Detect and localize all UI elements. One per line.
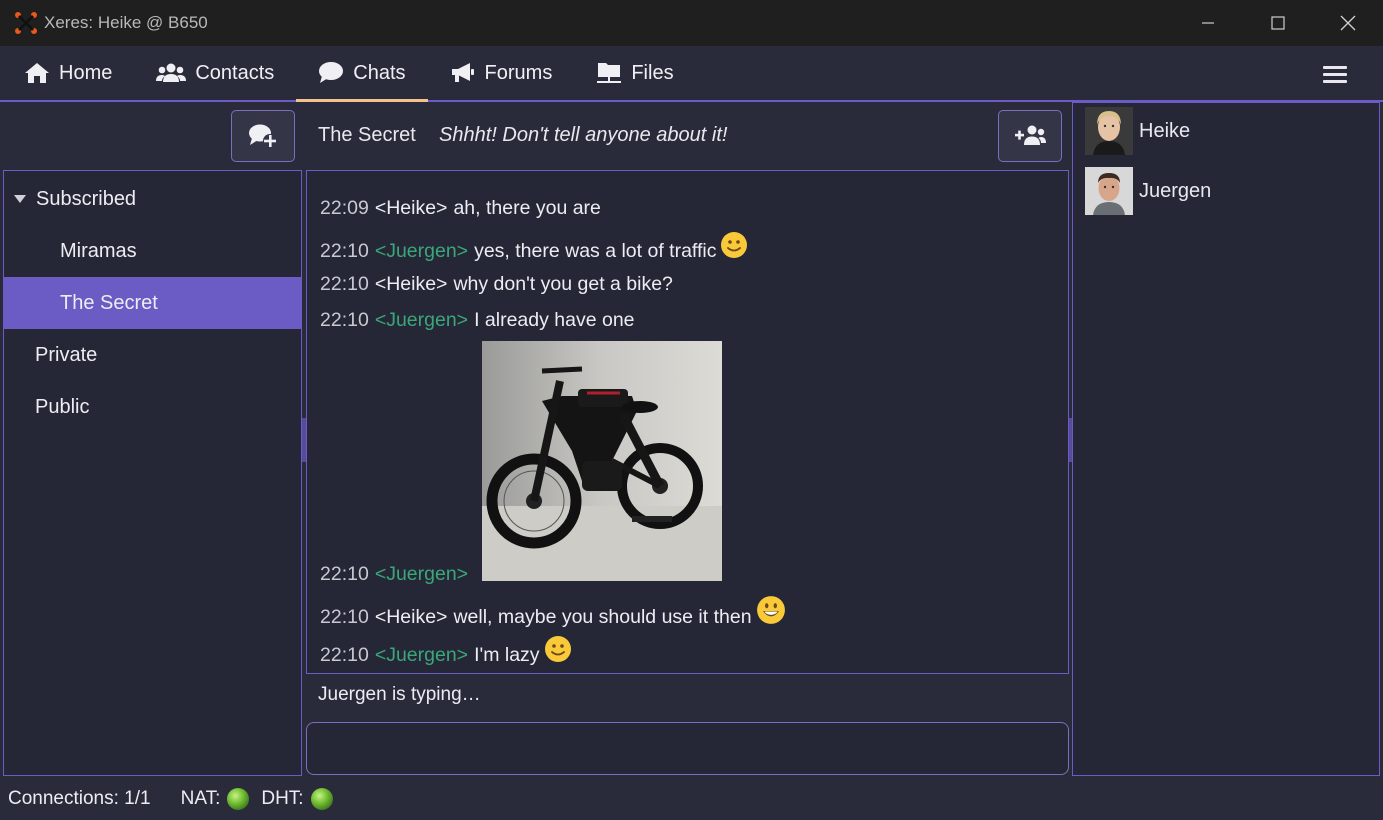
message-time: 22:09 [320, 197, 369, 219]
users-icon [156, 63, 187, 82]
tab-chats[interactable]: Chats [296, 46, 428, 102]
room-item-the-secret[interactable]: The Secret [4, 277, 301, 329]
message-text: ah, there you are [453, 197, 601, 219]
message-time: 22:10 [320, 563, 369, 585]
message-nick[interactable]: <Juergen> [375, 240, 468, 263]
message-text: I'm lazy [474, 644, 540, 666]
message-text: why don't you get a bike? [453, 273, 673, 295]
status-bar: Connections: 1/1 NAT: DHT: [0, 778, 1383, 820]
chat-add-icon [249, 124, 277, 148]
room-group-label: Public [35, 395, 90, 418]
message-nick[interactable]: <Juergen> [375, 644, 468, 667]
message-text: well, maybe you should use it then [453, 606, 752, 628]
room-group-private[interactable]: Private [4, 329, 301, 381]
grin-emoji-icon [756, 596, 785, 624]
home-icon [25, 63, 49, 83]
bike-image [482, 341, 722, 581]
room-topic: Shhht! Don't tell anyone about it! [439, 124, 728, 146]
nat-label: NAT: [180, 788, 221, 809]
title-bar: Xeres: Heike @ B650 [0, 0, 1383, 46]
tab-forums[interactable]: Forums [428, 46, 575, 100]
user-item-heike[interactable]: Heike [1085, 107, 1190, 155]
tab-forums-label: Forums [484, 61, 553, 84]
chat-bubble-icon [319, 62, 344, 83]
message-input[interactable] [306, 722, 1069, 775]
message-nick[interactable]: <Juergen> [375, 563, 468, 586]
user-item-juergen[interactable]: Juergen [1085, 167, 1211, 215]
bike-photo[interactable] [482, 341, 722, 581]
dht-label: DHT: [261, 788, 304, 809]
folder-network-icon [597, 63, 622, 83]
tab-files-label: Files [631, 61, 674, 84]
message-text: I already have one [474, 309, 635, 331]
room-item-miramas[interactable]: Miramas [4, 225, 301, 277]
room-label: Miramas [60, 239, 137, 262]
message-time: 22:10 [320, 309, 369, 331]
room-group-label: Subscribed [36, 187, 137, 210]
chat-message: 22:10 <Heike> why don't you get a bike? [320, 273, 673, 296]
typing-indicator: Juergen is typing… [318, 684, 481, 705]
chat-message: 22:10 <Juergen> I'm lazy [320, 635, 572, 667]
message-nick[interactable]: <Heike> [375, 606, 448, 629]
tab-home[interactable]: Home [0, 46, 134, 100]
room-group-label: Private [35, 343, 98, 366]
room-title: The Secret [318, 124, 416, 146]
tab-contacts[interactable]: Contacts [134, 46, 296, 100]
maximize-button[interactable] [1243, 0, 1313, 46]
main-tab-bar: Home Contacts Chats Forums Files [0, 46, 1383, 102]
chat-message: 22:10 <Juergen> I already have one [320, 309, 635, 332]
minimize-button[interactable] [1173, 0, 1243, 46]
message-time: 22:10 [320, 606, 369, 628]
window-title: Xeres: Heike @ B650 [44, 13, 208, 32]
room-user-list: Heike Juergen [1072, 102, 1380, 776]
close-icon [1340, 15, 1356, 31]
message-nick[interactable]: <Juergen> [375, 309, 468, 332]
slight-smile-emoji-icon [544, 636, 571, 662]
avatar [1085, 107, 1133, 155]
message-nick[interactable]: <Heike> [375, 273, 448, 296]
slight-smile-emoji-icon [721, 232, 748, 258]
menu-button[interactable] [1323, 66, 1347, 84]
tab-home-label: Home [59, 61, 113, 84]
expand-caret-icon[interactable] [14, 195, 26, 203]
tab-contacts-label: Contacts [195, 61, 275, 84]
message-text: yes, there was a lot of traffic [474, 240, 717, 262]
add-user-icon [1015, 125, 1046, 145]
room-group-subscribed[interactable]: Subscribed [4, 173, 301, 225]
close-button[interactable] [1313, 0, 1383, 46]
connections-status: Connections: 1/1 [8, 788, 151, 809]
message-list[interactable]: 22:09 <Heike> ah, there you are 22:10 <J… [306, 170, 1069, 674]
message-nick[interactable]: <Heike> [375, 197, 448, 220]
room-label: The Secret [60, 291, 158, 314]
tab-files[interactable]: Files [574, 46, 695, 100]
message-time: 22:10 [320, 240, 369, 262]
chat-message: 22:10 <Heike> well, maybe you should use… [320, 595, 786, 629]
room-tree: Subscribed Miramas The Secret Private Pu… [3, 170, 302, 776]
tab-chats-label: Chats [353, 61, 406, 84]
avatar [1085, 167, 1133, 215]
nat-status-led-icon [227, 788, 250, 810]
chat-message: 22:09 <Heike> ah, there you are [320, 197, 601, 220]
dht-status-led-icon [310, 788, 333, 810]
megaphone-icon [451, 63, 474, 82]
chat-message: 22:10 <Juergen> [320, 563, 474, 586]
maximize-icon [1271, 16, 1285, 30]
chat-message: 22:10 <Juergen> yes, there was a lot of … [320, 231, 748, 263]
invite-users-button[interactable] [998, 110, 1062, 162]
xeres-logo-icon [15, 12, 37, 34]
minimize-icon [1202, 22, 1214, 24]
hamburger-icon [1323, 66, 1347, 69]
message-time: 22:10 [320, 273, 369, 295]
user-name: Juergen [1139, 179, 1212, 202]
create-room-button[interactable] [231, 110, 295, 162]
user-name: Heike [1139, 119, 1191, 142]
room-group-public[interactable]: Public [4, 381, 301, 433]
message-time: 22:10 [320, 644, 369, 666]
